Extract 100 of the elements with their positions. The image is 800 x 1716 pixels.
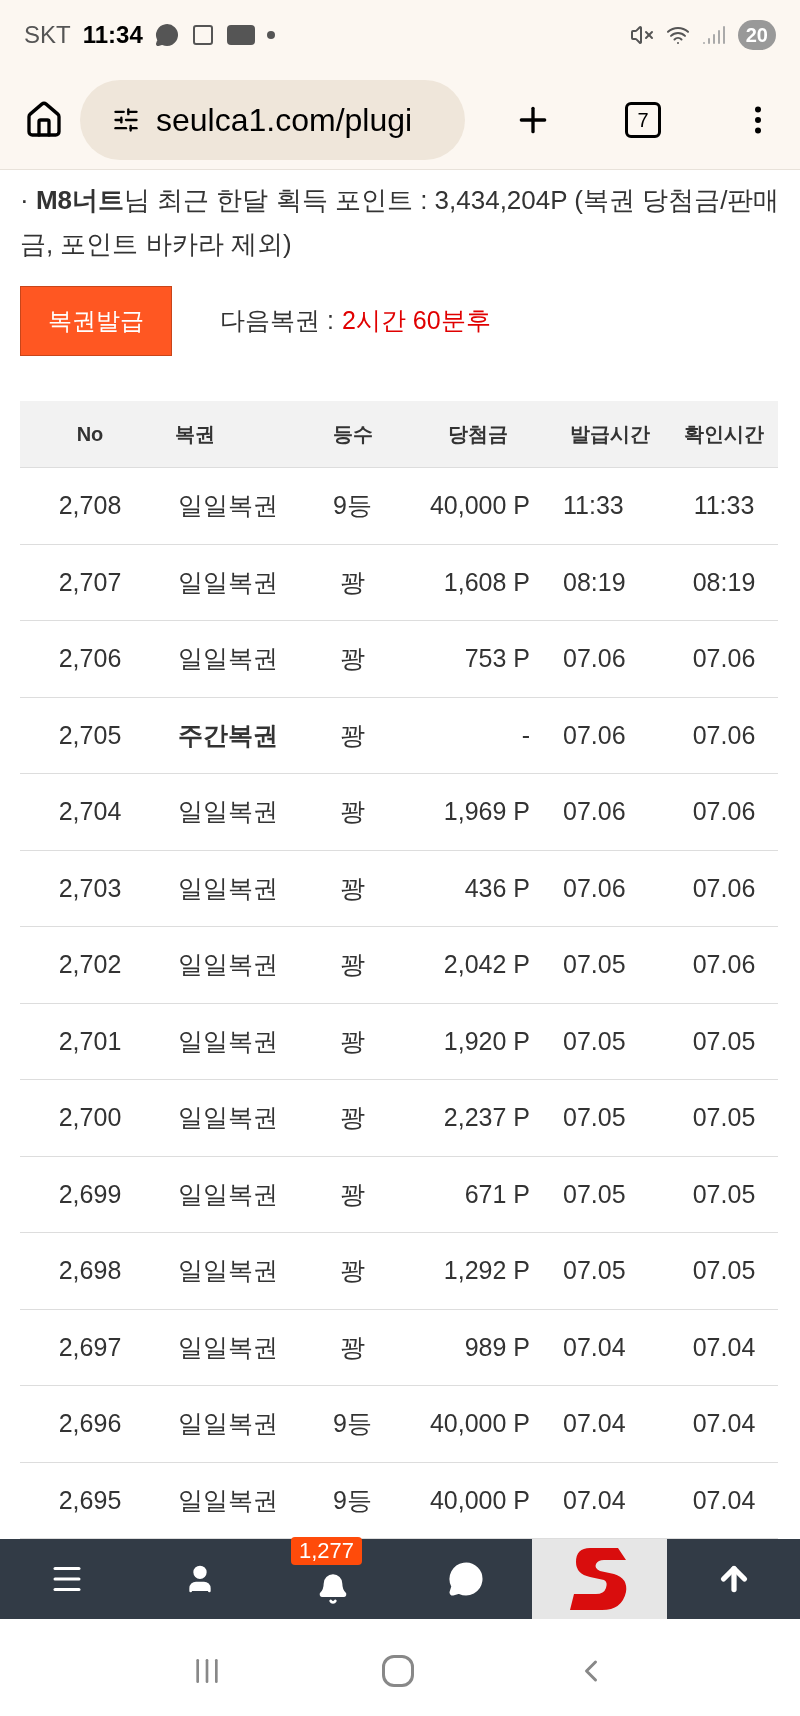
chat-icon	[154, 23, 179, 47]
table-cell-text: 1,969 P	[442, 796, 531, 827]
table-cell-text: 꽝	[339, 949, 366, 980]
table-cell-text: 07.05	[691, 1102, 757, 1133]
table-cell-text: 9등	[332, 1408, 373, 1439]
table-cell-text: 꽝	[339, 872, 366, 904]
table-cell-text: 07.06	[691, 872, 757, 904]
table-cell-text: 일일복권	[177, 490, 279, 521]
table-cell-text: 일일복권	[177, 1025, 279, 1057]
table-cell-text: 07.06	[562, 719, 627, 751]
table-cell-text: 671 P	[463, 1178, 531, 1210]
table-cell-text: 꽝	[339, 1102, 366, 1133]
table-cell-text: 일일복권	[177, 643, 279, 674]
table-cell-text: 436 P	[463, 872, 531, 904]
table-cell-text: 08:19	[691, 566, 757, 598]
table-cell-text: 9등	[332, 490, 373, 521]
table-cell-text: 꽝	[339, 566, 366, 598]
chat-icon[interactable]	[447, 1561, 484, 1597]
table-cell-text: 일일복권	[177, 1102, 279, 1133]
table-cell-text: 2,042 P	[442, 949, 531, 980]
url-text: seulca1.com/plugi	[156, 100, 413, 140]
table-cell-text: 2,695	[57, 1484, 123, 1516]
table-cell-text: -	[520, 719, 531, 751]
table-cell-text: 11:33	[562, 490, 625, 521]
table-cell-text: 꽝	[339, 796, 366, 827]
table-cell-text: 일일복권	[177, 872, 279, 904]
table-cell-text: 07.06	[691, 796, 757, 827]
table-cell-text: 일일복권	[177, 1484, 279, 1516]
tab-count-button[interactable]: 7	[625, 101, 661, 138]
table-cell-text: 753 P	[463, 643, 531, 674]
table-cell-text: 2,706	[57, 643, 123, 674]
table-cell-text: 07.04	[691, 1331, 757, 1363]
next-lottery-label: 다음복권 :	[220, 305, 334, 337]
carrier: SKT	[24, 20, 71, 50]
table-cell-text: 1,608 P	[442, 566, 531, 598]
table-cell-text: 2,707	[57, 566, 123, 598]
table-cell-text: 07.06	[691, 643, 757, 674]
table-cell-text: 07.06	[562, 643, 627, 674]
table-cell-text: 꽝	[339, 1255, 366, 1286]
table-cell-text: 2,697	[57, 1331, 123, 1363]
table-cell-text: 일일복권	[177, 949, 279, 980]
column-header: 복권	[174, 422, 216, 447]
signal-icon	[701, 23, 726, 47]
table-cell-text: 1,292 P	[442, 1255, 531, 1286]
table-cell-text: 일일복권	[177, 1255, 279, 1286]
table-cell-text: 07.05	[562, 1178, 627, 1210]
table-cell-text: 07.06	[562, 796, 627, 827]
table-cell-text: 주간복권	[177, 719, 279, 751]
table-cell-text: 9등	[332, 1484, 373, 1516]
table-cell-text: 일일복권	[177, 1331, 279, 1363]
table-cell-text: 07.04	[562, 1408, 627, 1439]
table-cell-text: 989 P	[463, 1331, 531, 1363]
column-header: No	[75, 422, 105, 447]
table-cell-text: 07.06	[562, 872, 627, 904]
battery-level: 20	[737, 20, 776, 50]
table-cell-text: 꽝	[339, 1025, 366, 1057]
site-settings-icon[interactable]	[112, 105, 140, 134]
table-cell-text: 일일복권	[177, 796, 279, 827]
column-header: 확인시간	[683, 422, 765, 447]
table-cell-text: 40,000 P	[428, 1484, 531, 1516]
table-cell-text: 07.05	[691, 1178, 757, 1210]
table-cell-text: 07.05	[562, 1255, 627, 1286]
notification-badge: 1,277	[291, 1537, 363, 1565]
table-cell-text: 일일복권	[177, 1408, 279, 1439]
table-cell-text: 꽝	[339, 1331, 366, 1363]
table-cell-text: 2,700	[57, 1102, 123, 1133]
next-lottery-time: 2시간 60분후	[341, 305, 491, 337]
table-cell-text: 07.06	[691, 719, 757, 751]
table-cell-text: 2,701	[57, 1025, 123, 1057]
table-cell-text: 2,698	[57, 1255, 123, 1286]
table-cell-text: 07.05	[691, 1025, 757, 1057]
table-cell-text: 07.05	[562, 949, 627, 980]
table-cell-text: 꽝	[339, 1178, 366, 1210]
clock: 11:34	[82, 20, 143, 50]
mute-icon	[629, 23, 654, 47]
table-cell-text: 07.05	[562, 1102, 627, 1133]
table-cell-text: 40,000 P	[428, 1408, 531, 1439]
column-header: 당첨금	[446, 422, 509, 447]
home-button-icon[interactable]	[382, 1654, 414, 1687]
table-cell-text: 08:19	[562, 566, 627, 598]
table-cell-text: 2,237 P	[442, 1102, 531, 1133]
column-header: 발급시간	[569, 422, 651, 447]
table-cell-text: 2,703	[57, 872, 123, 904]
table-cell-text: 1,920 P	[442, 1025, 531, 1057]
table-cell-text: 11:33	[692, 490, 756, 521]
table-cell-text: 꽝	[339, 643, 366, 674]
table-cell-text: 2,696	[57, 1408, 123, 1439]
table-cell-text: 07.04	[691, 1408, 757, 1439]
table-cell-text: 꽝	[339, 719, 366, 751]
notice-text: · M8너트님 최근 한달 획득 포인트 : 3,434,204P (복권 당첨금/판매금, 포인트 바카라 제외)	[20, 184, 780, 261]
table-cell-text: 07.06	[691, 949, 757, 980]
table-cell-text: 일일복권	[177, 566, 279, 598]
table-cell-text: 2,705	[57, 719, 123, 751]
table-cell-text: 07.04	[562, 1331, 627, 1363]
table-cell-text: 07.05	[562, 1025, 627, 1057]
home-icon[interactable]	[24, 99, 64, 140]
address-bar[interactable]: seulca1.com/plugi	[80, 79, 465, 160]
table-cell-text: 07.05	[691, 1255, 757, 1286]
table-cell-text: 2,702	[57, 949, 123, 980]
table-cell-text: 40,000 P	[428, 490, 531, 521]
